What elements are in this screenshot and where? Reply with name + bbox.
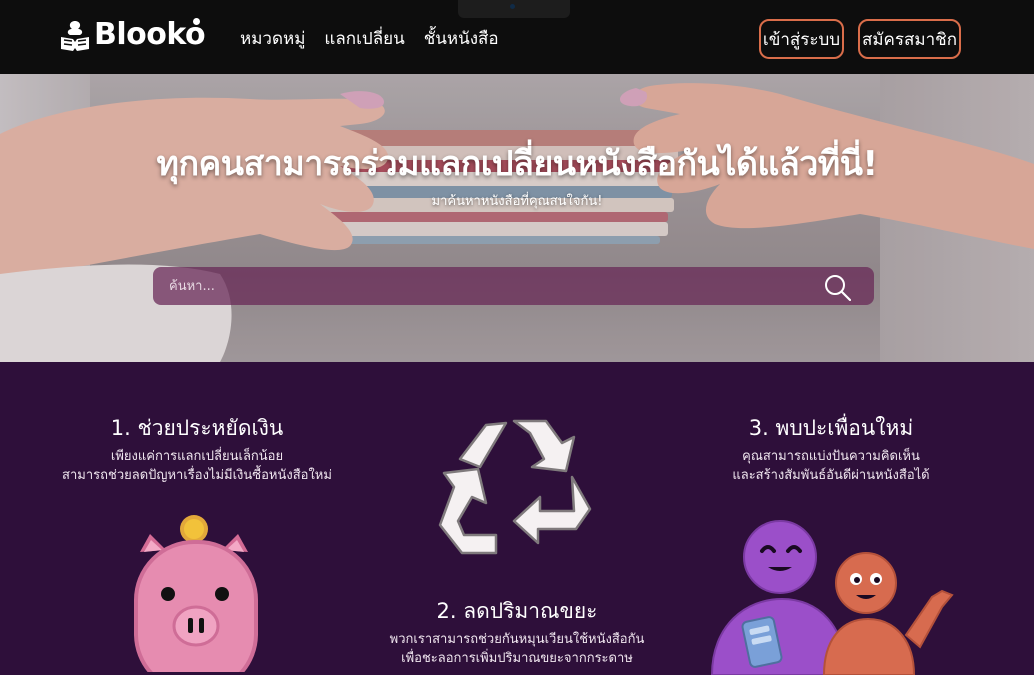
camera-notch xyxy=(458,0,570,18)
top-navbar: Blooko หมวดหมู่ แลกเปลี่ยน ชั้นหนังสือ เ… xyxy=(0,0,1034,74)
search-icon[interactable] xyxy=(823,273,851,301)
book-flower-logo-icon xyxy=(61,21,89,51)
feature-desc: เพียงแค่การแลกเปลี่ยนเล็กน้อย สามารถช่วย… xyxy=(58,447,336,485)
feature-title: 1. ช่วยประหยัดเงิน xyxy=(110,416,284,440)
brand-name: Blooko xyxy=(94,17,206,52)
recycle-icon xyxy=(438,419,592,555)
feature-desc-line: พวกเราสามารถช่วยกันหมุนเวียนใช้หนังสือกั… xyxy=(389,632,645,647)
feature-title: 3. พบปะเพื่อนใหม่ xyxy=(748,416,914,440)
hero-title: ทุกคนสามารถร่วมแลกเปลี่ยนหนังสือกันได้แล… xyxy=(156,144,878,184)
login-button[interactable]: เข้าสู่ระบบ xyxy=(759,19,844,59)
register-button[interactable]: สมัครสมาชิก xyxy=(858,19,961,59)
feature-desc-line: และสร้างสัมพันธ์อันดีผ่านหนังสือได้ xyxy=(732,468,930,483)
search-bar xyxy=(153,267,874,305)
feature-reduce-waste: 2. ลดปริมาณขยะ พวกเราสามารถช่วยกันหมุนเว… xyxy=(360,598,674,668)
hero-overlay xyxy=(0,74,1034,362)
friends-icon xyxy=(710,520,954,675)
nav-item-exchange[interactable]: แลกเปลี่ยน xyxy=(324,28,404,50)
hero-banner: ทุกคนสามารถร่วมแลกเปลี่ยนหนังสือกันได้แล… xyxy=(0,74,1034,362)
nav-item-bookshelf[interactable]: ชั้นหนังสือ xyxy=(424,28,499,50)
piggy-bank-icon xyxy=(134,515,258,672)
brand-logo[interactable]: Blooko xyxy=(58,17,206,53)
camera-dot xyxy=(510,4,515,9)
brand-dot xyxy=(193,18,200,25)
feature-desc-line: เพียงแค่การแลกเปลี่ยนเล็กน้อย xyxy=(110,449,284,464)
feature-desc-line: สามารถช่วยลดปัญหาเรื่องไม่มีเงินซื้อหนัง… xyxy=(62,468,332,483)
feature-desc: พวกเราสามารถช่วยกันหมุนเวียนใช้หนังสือกั… xyxy=(360,630,674,668)
nav-item-categories[interactable]: หมวดหมู่ xyxy=(240,28,305,50)
feature-desc-line: คุณสามารถแบ่งปันความคิดเห็น xyxy=(742,449,920,464)
feature-title: 2. ลดปริมาณขยะ xyxy=(436,599,598,623)
feature-desc-line: เพื่อชะลอการเพิ่มปริมาณขยะจากกระดาษ xyxy=(401,651,633,666)
search-input[interactable] xyxy=(153,267,813,305)
feature-meet-friends: 3. พบปะเพื่อนใหม่ คุณสามารถแบ่งปันความคิ… xyxy=(700,415,962,485)
hero-subtitle: มาค้นหาหนังสือที่คุณสนใจกัน! xyxy=(431,194,603,209)
feature-save-money: 1. ช่วยประหยัดเงิน เพียงแค่การแลกเปลี่ยน… xyxy=(58,415,336,485)
main-nav: หมวดหมู่ แลกเปลี่ยน ชั้นหนังสือ xyxy=(240,28,499,50)
feature-desc: คุณสามารถแบ่งปันความคิดเห็น และสร้างสัมพ… xyxy=(700,447,962,485)
